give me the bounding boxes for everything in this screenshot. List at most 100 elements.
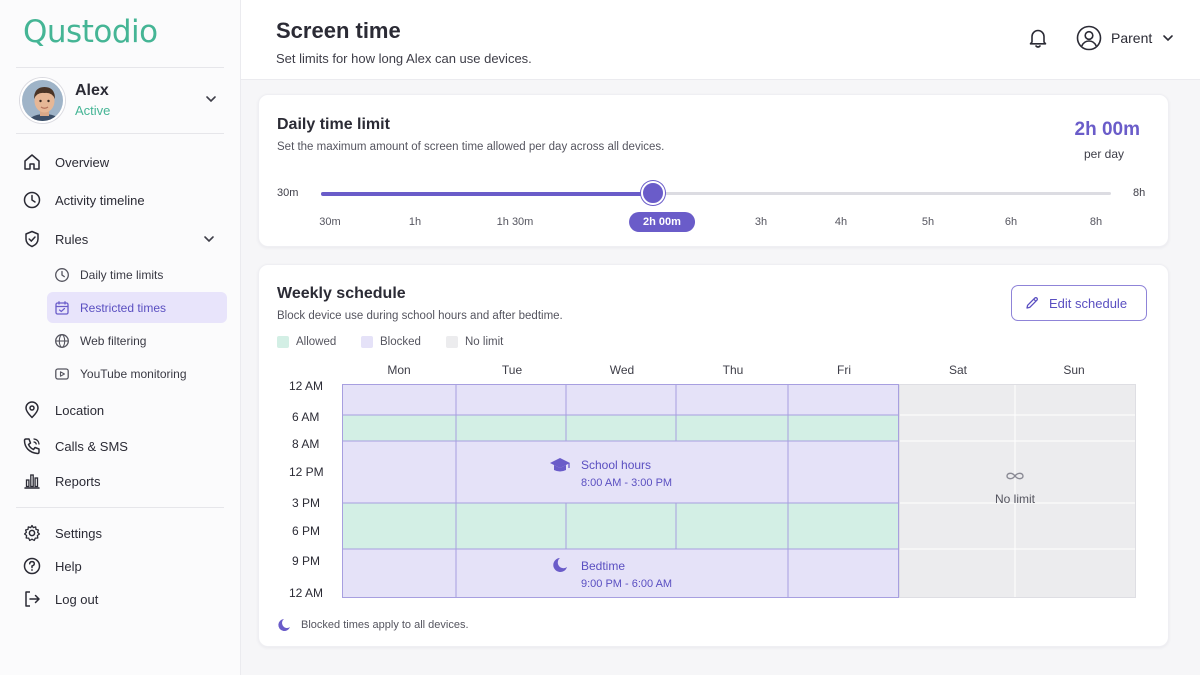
card-subtitle: Block device use during school hours and… [277,310,563,322]
sidebar-item-reports[interactable]: Reports [16,466,226,496]
globe-icon [53,332,71,350]
slider-tick[interactable]: 1h [409,216,421,228]
slider-tick[interactable]: 30m [319,216,340,228]
slider-tick[interactable]: 6h [1005,216,1017,228]
slider-tick[interactable]: 3h [755,216,767,228]
sidebar-subitem-label: YouTube monitoring [80,366,187,381]
time-label: 9 PM [292,554,321,568]
card-subtitle: Set the maximum amount of screen time al… [277,141,665,153]
user-circle-icon [1076,25,1102,51]
sidebar-item-label: Settings [55,525,102,541]
slider-tick[interactable]: 4h [835,216,847,228]
no-limit-label: No limit [995,492,1036,506]
page-subtitle: Set limits for how long Alex can use dev… [276,51,532,66]
clock-icon [21,189,43,211]
bedtime-range: 9:00 PM - 6:00 AM [581,578,672,590]
day-header: Sun [1063,363,1085,377]
legend-blocked: Blocked [361,336,421,348]
day-header: Fri [837,363,851,377]
chevron-down-icon [1163,35,1174,42]
avatar [20,78,65,123]
slider-tick[interactable]: 1h 30m [497,216,534,228]
sidebar-subitem-youtube[interactable]: YouTube monitoring [47,358,227,389]
school-hours-block[interactable] [342,441,899,503]
card-title: Weekly schedule [277,285,406,302]
slider-tick-selected[interactable]: 2h 00m [629,212,695,232]
sidebar-item-logout[interactable]: Log out [16,584,226,614]
no-limit-block[interactable] [899,384,1136,598]
slider-min-label: 30m [277,187,299,199]
location-pin-icon [21,399,43,421]
legend-no-limit: No limit [446,336,503,348]
divider [16,133,224,134]
sidebar-item-help[interactable]: Help [16,551,226,581]
page-header: Screen time Set limits for how long Alex… [241,0,1200,80]
gear-icon [21,522,43,544]
day-header: Wed [609,363,635,377]
profile-status: Active [75,103,111,118]
day-header: Tue [501,363,523,377]
bedtime-title: Bedtime [581,559,625,573]
sidebar-item-label: Log out [55,591,99,607]
slider-thumb[interactable] [641,181,665,205]
play-box-icon [53,365,71,383]
weekly-schedule-card: Weekly schedule Block device use during … [258,264,1169,647]
slider-tick[interactable]: 5h [922,216,934,228]
legend-swatch [361,336,373,348]
school-hours-title: School hours [581,458,651,472]
legend-swatch [446,336,458,348]
bedtime-block[interactable] [342,549,899,598]
slider-track[interactable] [321,191,1111,196]
footnote-text: Blocked times apply to all devices. [301,619,469,631]
bell-icon[interactable] [1026,26,1050,50]
slider-tick[interactable]: 8h [1090,216,1102,228]
account-menu[interactable]: Parent [1076,24,1175,52]
sidebar-item-label: Rules [55,231,89,247]
time-label: 6 AM [292,410,320,424]
time-label: 12 PM [289,465,324,479]
chevron-down-icon [204,236,214,243]
pencil-icon [1026,297,1038,309]
sidebar-item-settings[interactable]: Settings [16,518,226,548]
sidebar-item-activity[interactable]: Activity timeline [16,185,226,215]
sidebar-item-label: Reports [55,473,101,489]
home-icon [21,151,43,173]
sidebar: Qustodio Alex Active Overview Activity t… [0,0,241,675]
edit-schedule-button[interactable]: Edit schedule [1011,285,1147,321]
sidebar-subitem-label: Daily time limits [80,267,164,282]
profile-switcher[interactable]: Alex Active [20,78,224,124]
sidebar-subitem-restricted-times[interactable]: Restricted times [47,292,227,323]
blocked-block[interactable] [342,384,899,415]
schedule-grid[interactable]: School hours 8:00 AM - 3:00 PM Bedtime 9… [342,384,1136,598]
shield-check-icon [21,228,43,250]
time-label: 12 AM [289,379,324,393]
page-title: Screen time [276,18,401,43]
day-header: Sat [948,363,968,377]
legend-allowed: Allowed [277,336,336,348]
help-circle-icon [21,555,43,577]
sidebar-subitem-label: Restricted times [80,300,167,315]
time-label: 6 PM [292,524,321,538]
legend-label: No limit [465,336,504,348]
sidebar-item-calls[interactable]: Calls & SMS [16,431,226,461]
day-header: Thu [722,363,744,377]
account-label: Parent [1111,30,1153,46]
profile-name: Alex [75,82,109,99]
sidebar-item-rules[interactable]: Rules [16,224,226,254]
legend-label: Blocked [380,336,421,348]
qustodio-logo[interactable]: Qustodio [23,14,158,50]
sidebar-subitem-web-filtering[interactable]: Web filtering [47,325,227,356]
allowed-block[interactable] [342,415,899,441]
limit-unit: per day [1083,147,1124,161]
logout-icon [21,588,43,610]
clock-icon [53,266,71,284]
sidebar-item-location[interactable]: Location [16,395,226,425]
sidebar-item-overview[interactable]: Overview [16,147,226,177]
bar-chart-icon [21,470,43,492]
allowed-block[interactable] [342,503,899,549]
card-title: Daily time limit [277,116,390,133]
chevron-down-icon [206,96,216,103]
time-label: 8 AM [292,437,320,451]
sidebar-subitem-daily-limits[interactable]: Daily time limits [47,259,227,290]
legend-label: Allowed [296,336,337,348]
